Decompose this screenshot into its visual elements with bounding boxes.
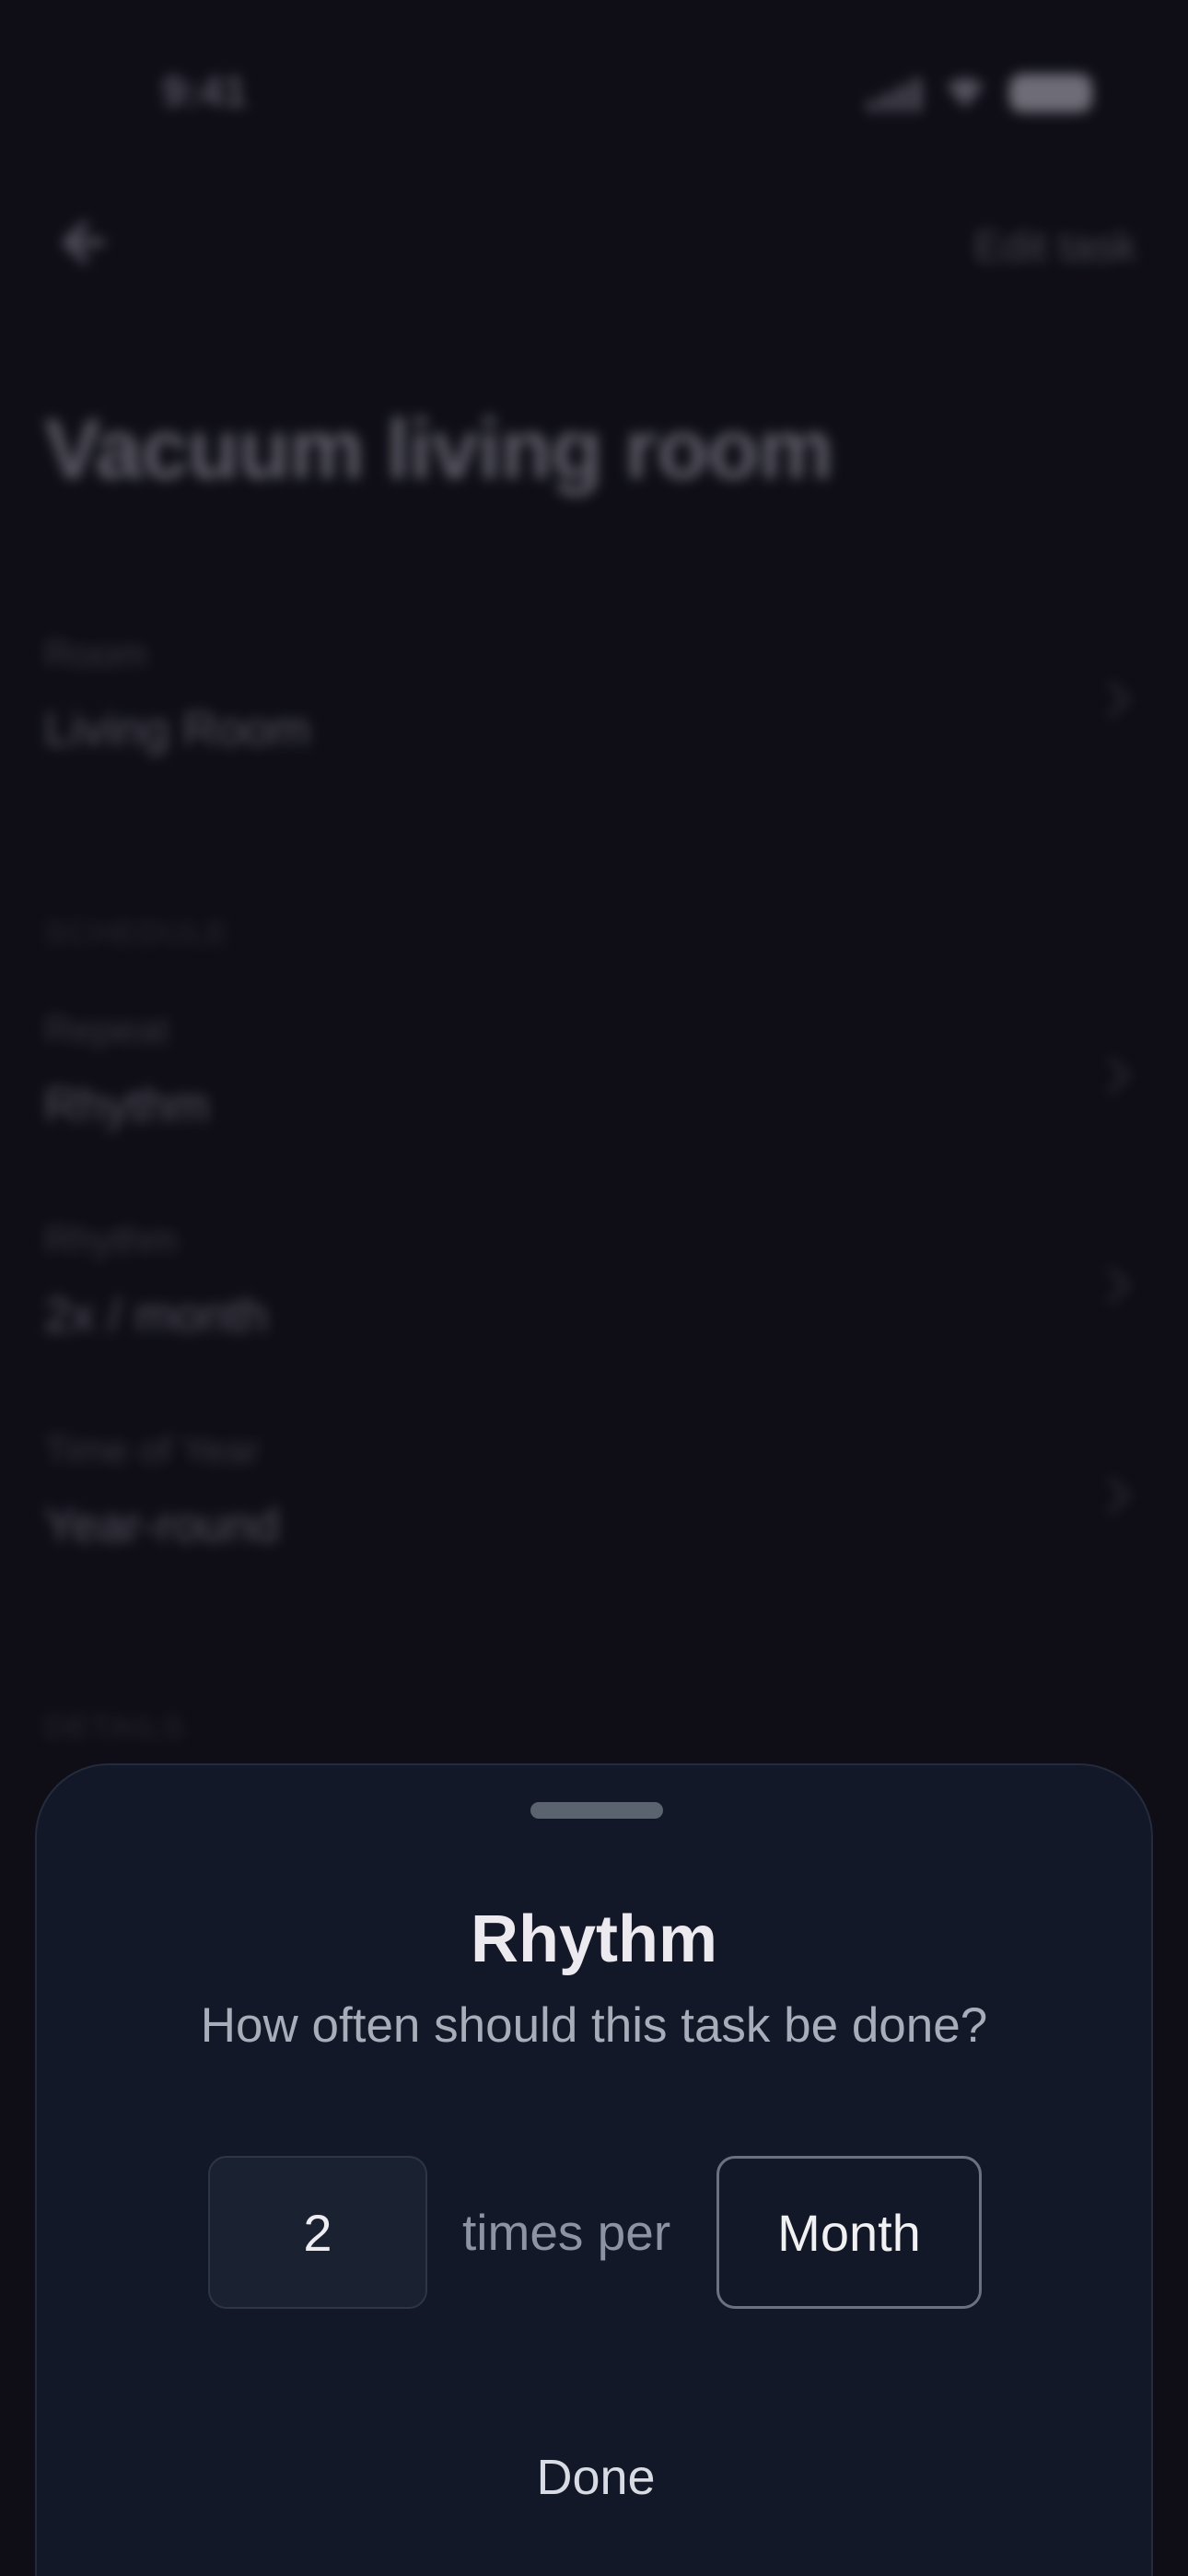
rhythm-value: 2x / month <box>44 1289 268 1342</box>
chevron-right-icon <box>1108 1267 1132 1304</box>
done-button[interactable]: Done <box>458 2427 734 2528</box>
schedule-section-label: SCHEDULE <box>44 916 230 951</box>
time-of-year-field[interactable]: Time of Year Year-round <box>44 1428 1144 1552</box>
period-select[interactable]: Month <box>716 2156 982 2309</box>
sheet-subtitle: How often should this task be done? <box>200 1998 988 2053</box>
time-of-year-label: Time of Year <box>44 1428 261 1471</box>
status-bar: 9:41 <box>0 0 1188 184</box>
repeat-value: Rhythm <box>44 1079 210 1132</box>
cellular-signal-icon <box>868 75 921 111</box>
chevron-right-icon <box>1108 681 1132 718</box>
app-screen: 9:41 Edit task Vacuum living room Room L… <box>0 0 1188 2576</box>
times-count-input[interactable]: 2 <box>208 2156 427 2309</box>
repeat-label: Repeat <box>44 1008 169 1051</box>
wifi-icon <box>947 78 984 108</box>
times-per-label: times per <box>462 2204 671 2261</box>
chevron-right-icon <box>1108 1057 1132 1094</box>
room-value: Living Room <box>44 703 311 756</box>
rhythm-label: Rhythm <box>44 1218 178 1261</box>
status-time: 9:41 <box>162 67 248 115</box>
sheet-grabber-handle[interactable] <box>530 1802 663 1819</box>
battery-icon <box>1009 74 1092 112</box>
repeat-field[interactable]: Repeat Rhythm <box>44 1008 1144 1132</box>
time-of-year-value: Year-round <box>44 1499 280 1552</box>
status-icons <box>868 74 1092 112</box>
nav-bar: Edit task <box>0 193 1188 295</box>
edit-task-button[interactable]: Edit task <box>974 221 1136 271</box>
rhythm-field[interactable]: Rhythm 2x / month <box>44 1218 1144 1342</box>
room-label: Room <box>44 632 148 675</box>
arrow-left-icon[interactable] <box>48 210 112 275</box>
chevron-right-icon <box>1108 1477 1132 1514</box>
sheet-title: Rhythm <box>471 1903 717 1976</box>
task-title: Vacuum living room <box>44 403 833 497</box>
details-section-label: DETAILS <box>44 1710 186 1745</box>
rhythm-bottom-sheet: Rhythm How often should this task be don… <box>35 1763 1153 2576</box>
room-field[interactable]: Room Living Room <box>44 632 1144 756</box>
